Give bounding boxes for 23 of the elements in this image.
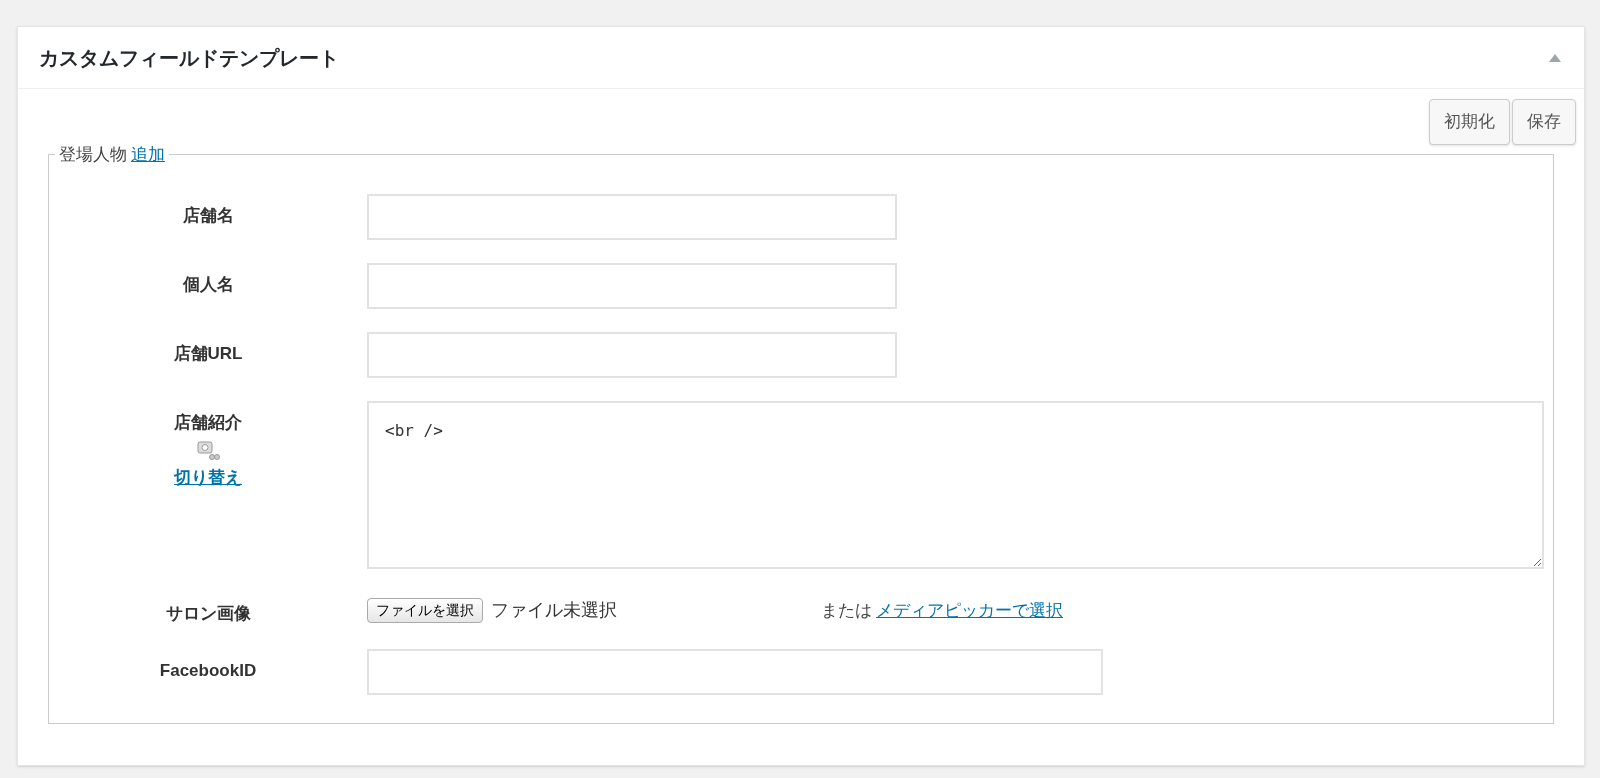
- field-label: FacebookID: [159, 659, 257, 682]
- field-label: 店舗紹介: [174, 411, 242, 434]
- add-link[interactable]: 追加: [131, 145, 165, 164]
- panel-title: カスタムフィールドテンプレート: [39, 45, 339, 71]
- field-label: 店舗URL: [173, 342, 243, 365]
- choose-file-button[interactable]: ファイルを選択: [367, 598, 483, 623]
- media-picker-link[interactable]: メディアピッカーで選択: [876, 597, 1063, 624]
- text-area[interactable]: <br />: [367, 400, 1544, 569]
- text-field[interactable]: [367, 648, 1103, 695]
- text-field[interactable]: [367, 262, 897, 309]
- file-status: ファイル未選択: [491, 599, 618, 622]
- media-icon: [196, 438, 220, 461]
- field-label: 個人名: [182, 273, 234, 296]
- field-label: 店舗名: [182, 204, 234, 227]
- text-field[interactable]: [367, 331, 897, 378]
- field-label: サロン画像: [165, 602, 251, 625]
- panel-button[interactable]: 保存: [1512, 99, 1576, 145]
- text-field[interactable]: [367, 193, 897, 240]
- toggle-link[interactable]: 切り替え: [174, 464, 242, 490]
- group-legend: 登場人物: [59, 145, 127, 164]
- or-text: または: [821, 599, 872, 622]
- panel-button[interactable]: 初期化: [1429, 99, 1510, 145]
- collapse-triangle-icon[interactable]: [1548, 52, 1562, 63]
